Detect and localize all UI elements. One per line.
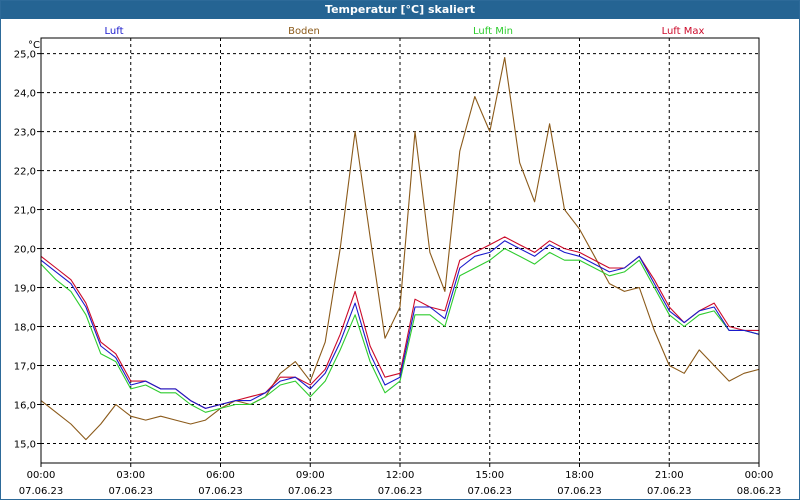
x-tick-time-label: 06:00 — [206, 470, 235, 481]
legend-entry-luft: Luft — [105, 26, 124, 37]
legend-entry-luft-min: Luft Min — [473, 26, 513, 37]
x-tick-time-label: 00:00 — [27, 470, 56, 481]
series-line-luft — [40, 240, 760, 409]
chart-axes: 15,0 16,0 17,0 18,0 19,0 20,0 21,0 22,0 23,0 24,0… — [14, 37, 782, 497]
y-tick-label: 16,0 — [14, 401, 36, 412]
x-tick-date-label: 08.06.23 — [737, 486, 782, 497]
y-tick-label: 24,0 — [14, 89, 36, 100]
y-axis-label: °C — [28, 40, 40, 51]
y-tick-label: 19,0 — [14, 284, 36, 295]
x-tick-time-label: 18:00 — [565, 470, 594, 481]
y-tick-label: 20,0 — [14, 245, 36, 256]
chart-window: Temperatur [°C] skaliert 15,0 16,0 17,0 18,… — [0, 0, 800, 500]
chart-svg: 15,0 16,0 17,0 18,0 19,0 20,0 21,0 22,0 23,0 24,0… — [14, 26, 782, 497]
legend-entry-luft-max: Luft Max — [662, 26, 705, 37]
y-tick-label: 25,0 — [14, 50, 36, 61]
x-tick-time-label: 03:00 — [116, 470, 145, 481]
x-tick-time-label: 21:00 — [655, 470, 684, 481]
y-tick-label: 17,0 — [14, 362, 36, 373]
y-tick-label: 21,0 — [14, 206, 36, 217]
x-tick-date-label: 07.06.23 — [467, 486, 512, 497]
chart-title: Temperatur [°C] skaliert — [1, 1, 799, 19]
y-tick-label: 18,0 — [14, 323, 36, 334]
y-tick-label: 22,0 — [14, 167, 36, 178]
x-tick-date-label: 07.06.23 — [19, 486, 64, 497]
x-tick-time-label: 00:00 — [745, 470, 774, 481]
y-tick-label: 15,0 — [14, 440, 36, 451]
x-tick-date-label: 07.06.23 — [198, 486, 243, 497]
chart-legend: Luft Boden Luft Min Luft Max — [105, 26, 705, 37]
x-tick-date-label: 07.06.23 — [647, 486, 692, 497]
legend-entry-boden: Boden — [288, 26, 320, 37]
chart-grid — [41, 38, 759, 463]
x-tick-date-label: 07.06.23 — [557, 486, 602, 497]
x-tick-time-label: 09:00 — [296, 470, 325, 481]
x-tick-date-label: 07.06.23 — [108, 486, 153, 497]
x-tick-time-label: 12:00 — [386, 470, 415, 481]
y-tick-label: 23,0 — [14, 128, 36, 139]
x-tick-time-label: 15:00 — [475, 470, 504, 481]
x-tick-date-label: 07.06.23 — [378, 486, 423, 497]
x-tick-date-label: 07.06.23 — [288, 486, 333, 497]
